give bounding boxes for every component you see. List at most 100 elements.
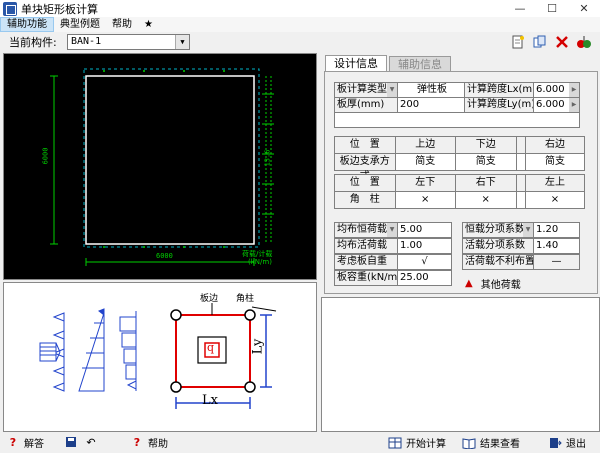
menu-bar: 辅助功能 典型例题 帮助 ★ (0, 17, 600, 32)
chevron-down-icon[interactable]: ▼ (175, 35, 189, 49)
help-label: 帮助 (148, 439, 168, 450)
span-ly-field[interactable]: 6.000 ▶ (533, 97, 580, 113)
toolbar: 当前构件: BAN-1 ▼ (0, 32, 600, 52)
corner-top-left-value[interactable]: × (525, 191, 585, 209)
thickness-label: 板厚(mm) (334, 97, 398, 113)
label-plate-edge: 板边 (200, 294, 219, 304)
corner-header-position: 位 置 (334, 174, 396, 192)
live-load-field[interactable]: 1.00 (397, 238, 452, 254)
plan-drawing[interactable]: 6000 6000 13.6 荷载/计载 (kN/m) (3, 53, 317, 280)
corner-bottom-left-value[interactable]: × (394, 191, 456, 209)
delete-icon[interactable] (554, 34, 570, 50)
edge-header-position: 位 置 (334, 136, 396, 154)
menu-aux-functions[interactable]: 辅助功能 (0, 17, 54, 32)
view-results-button[interactable]: 结果查看 (462, 435, 520, 450)
toolbar-icons (510, 34, 592, 50)
edge-right-value[interactable]: 简支 (525, 153, 585, 171)
edge-bottom-value[interactable]: 简支 (455, 153, 517, 171)
span-lx-field[interactable]: 6.000 ▶ (533, 82, 580, 98)
maximize-button[interactable]: ☐ (536, 0, 568, 17)
new-file-icon[interactable] (510, 34, 526, 50)
component-label: 当前构件: (9, 36, 57, 49)
other-loads-button[interactable]: ▲ 其他荷载 (465, 276, 521, 291)
help-button[interactable]: ? 帮助 (130, 435, 168, 450)
corner-header-top-left: 左上 (525, 174, 585, 192)
load-label-2: (kN/m) (248, 258, 272, 266)
corner-bottom-right-value[interactable]: × (455, 191, 517, 209)
live-load-label: 均布活荷载 (334, 238, 398, 254)
app-icon (3, 1, 17, 16)
property-tabs: 设计信息 辅助信息 (325, 55, 453, 72)
density-field[interactable]: 25.00 (397, 270, 452, 286)
corner-row-label: 角 柱 (334, 191, 396, 209)
edge-support-table-right: 右边 简支 (525, 136, 585, 171)
copy-icon[interactable] (532, 34, 548, 50)
book-icon (462, 436, 476, 450)
close-button[interactable]: ✕ (568, 0, 600, 17)
dead-factor-label: 恒载分项系数 ▼ (462, 222, 534, 238)
edge-header-top: 上边 (394, 136, 456, 154)
properties-panel: 设计信息 辅助信息 板计算类型 ▼ 弹性板 计算跨度Lx(m) 6.000 ▶ 板厚… (321, 53, 600, 296)
thickness-field[interactable]: 200 (397, 97, 465, 113)
load-distribution-stepped (119, 311, 137, 391)
exit-door-icon (548, 436, 562, 450)
edge-header-right: 右边 (525, 136, 585, 154)
span-lx-label: 计算跨度Lx(m) (464, 82, 534, 98)
live-adverse-label: 活荷载不利布置 (462, 254, 534, 270)
component-select[interactable]: BAN-1 ▼ (67, 34, 190, 50)
window-controls: — ☐ ✕ (504, 0, 600, 17)
minimize-button[interactable]: — (504, 0, 536, 17)
self-weight-checkbox[interactable]: √ (397, 254, 452, 270)
bottom-toolbar: ? 解答 ↶ ? 帮助 开始计算 结果查看 退出 (0, 433, 600, 453)
design-info-body: 板计算类型 ▼ 弹性板 计算跨度Lx(m) 6.000 ▶ 板厚(mm) 200 计… (324, 71, 598, 294)
save-icon (64, 435, 78, 449)
undo-icon: ↶ (86, 435, 96, 449)
question-icon: ? (9, 436, 17, 449)
start-calc-button[interactable]: 开始计算 (388, 435, 446, 450)
live-factor-field[interactable]: 1.40 (533, 238, 580, 254)
structural-diagram: 板边 角柱 q Lx Ly (3, 282, 317, 432)
menu-typical-examples[interactable]: 典型例题 (54, 17, 106, 32)
density-label: 板容重(kN/m3) (334, 270, 398, 286)
other-loads-marker-icon: ▲ (465, 278, 473, 289)
live-adverse-field[interactable]: — (533, 254, 580, 270)
explain-label: 解答 (24, 439, 44, 450)
calc-grid-icon (388, 436, 402, 450)
save-button[interactable] (64, 435, 78, 449)
exit-button[interactable]: 退出 (548, 435, 586, 450)
load-distribution-triangle (78, 308, 105, 392)
tab-design-info[interactable]: 设计信息 (325, 55, 387, 71)
label-corner-column: 角柱 (236, 294, 255, 304)
menu-help[interactable]: 帮助 (106, 17, 138, 32)
calc-type-label: 板计算类型 ▼ (334, 82, 398, 98)
live-factor-label: 活载分项系数 (462, 238, 534, 254)
undo-button[interactable]: ↶ (84, 435, 98, 449)
label-ly: Ly (250, 338, 266, 355)
window-title: 单块矩形板计算 (21, 2, 98, 16)
menu-favorite-star[interactable]: ★ (138, 17, 159, 32)
edge-header-bottom: 下边 (455, 136, 517, 154)
other-loads-label: 其他荷载 (480, 280, 521, 291)
label-lx: Lx (202, 393, 218, 408)
start-calc-label: 开始计算 (406, 439, 446, 450)
calc-type-field[interactable]: 弹性板 (397, 82, 465, 98)
span-ly-label: 计算跨度Ly(m) (464, 97, 534, 113)
dim-left-text: 6000 (41, 147, 50, 165)
edge-top-value[interactable]: 简支 (394, 153, 456, 171)
dim-bottom-text: 6000 (156, 252, 173, 260)
corner-header-bottom-right: 右下 (455, 174, 517, 192)
exit-label: 退出 (566, 439, 586, 450)
calculate-icon[interactable] (576, 34, 592, 50)
tab-aux-info[interactable]: 辅助信息 (389, 56, 451, 72)
dim-right-text: 13.6 (263, 149, 272, 167)
title-bar: 单块矩形板计算 — ☐ ✕ (0, 0, 600, 17)
corner-column-table-right: 左上 × (525, 174, 585, 209)
corner-header-bottom-left: 左下 (394, 174, 456, 192)
load-distribution-left (39, 312, 65, 392)
dead-load-field[interactable]: 5.00 (397, 222, 452, 238)
help-icon: ? (133, 436, 141, 449)
result-area (321, 297, 600, 432)
dead-factor-field[interactable]: 1.20 (533, 222, 580, 238)
plate-dashed-outline (83, 68, 260, 248)
explain-button[interactable]: ? 解答 (6, 435, 44, 450)
